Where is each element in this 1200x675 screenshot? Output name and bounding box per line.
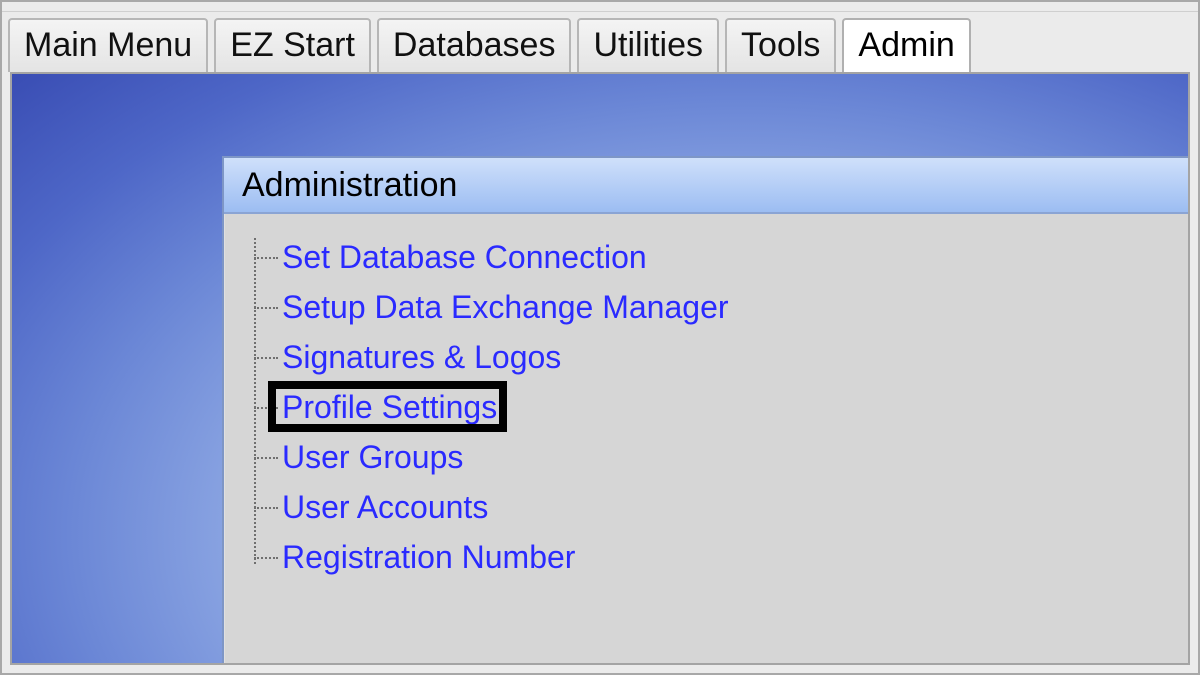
tree-item-profile-settings: Profile Settings bbox=[278, 382, 1188, 432]
tree-branch-line bbox=[254, 357, 278, 359]
tab-label: Admin bbox=[858, 26, 954, 64]
tree-item-user-groups: User Groups bbox=[278, 432, 1188, 482]
content-stage: Administration Set Database Connection S… bbox=[10, 72, 1190, 665]
tree-branch-line bbox=[254, 507, 278, 509]
tree-branch-line bbox=[254, 557, 278, 559]
tab-databases[interactable]: Databases bbox=[377, 18, 572, 72]
tab-tools[interactable]: Tools bbox=[725, 18, 836, 72]
tab-main-menu[interactable]: Main Menu bbox=[8, 18, 208, 72]
tab-label: EZ Start bbox=[230, 26, 355, 64]
tree-item-setup-data-exchange-manager: Setup Data Exchange Manager bbox=[278, 282, 1188, 332]
tab-label: Tools bbox=[741, 26, 820, 64]
tree-branch-line bbox=[254, 307, 278, 309]
app-window: Main Menu EZ Start Databases Utilities T… bbox=[0, 0, 1200, 675]
link-user-groups[interactable]: User Groups bbox=[278, 437, 467, 478]
tree-item-registration-number: Registration Number bbox=[278, 532, 1188, 582]
tree-trunk-line bbox=[254, 238, 256, 564]
link-set-database-connection[interactable]: Set Database Connection bbox=[278, 237, 651, 278]
panel-title-text: Administration bbox=[242, 166, 457, 204]
tab-label: Main Menu bbox=[24, 26, 192, 64]
tree-item-signatures-logos: Signatures & Logos bbox=[278, 332, 1188, 382]
link-setup-data-exchange-manager[interactable]: Setup Data Exchange Manager bbox=[278, 287, 733, 328]
tab-label: Databases bbox=[393, 26, 556, 64]
panel-title: Administration bbox=[224, 158, 1190, 214]
tab-label: Utilities bbox=[593, 26, 703, 64]
main-tabbar: Main Menu EZ Start Databases Utilities T… bbox=[2, 12, 1198, 72]
tree-branch-line bbox=[254, 257, 278, 259]
admin-tree: Set Database Connection Setup Data Excha… bbox=[236, 232, 1188, 582]
link-profile-settings[interactable]: Profile Settings bbox=[278, 387, 501, 428]
tree-branch-line bbox=[254, 407, 278, 409]
tab-admin[interactable]: Admin bbox=[842, 18, 970, 74]
tab-utilities[interactable]: Utilities bbox=[577, 18, 719, 72]
link-signatures-logos[interactable]: Signatures & Logos bbox=[278, 337, 565, 378]
window-top-strip bbox=[2, 2, 1198, 12]
tree-item-set-database-connection: Set Database Connection bbox=[278, 232, 1188, 282]
tree-item-user-accounts: User Accounts bbox=[278, 482, 1188, 532]
panel-body: Set Database Connection Setup Data Excha… bbox=[224, 214, 1190, 594]
tab-ez-start[interactable]: EZ Start bbox=[214, 18, 371, 72]
tree-branch-line bbox=[254, 457, 278, 459]
administration-panel: Administration Set Database Connection S… bbox=[222, 156, 1190, 665]
link-user-accounts[interactable]: User Accounts bbox=[278, 487, 492, 528]
link-registration-number[interactable]: Registration Number bbox=[278, 537, 579, 578]
